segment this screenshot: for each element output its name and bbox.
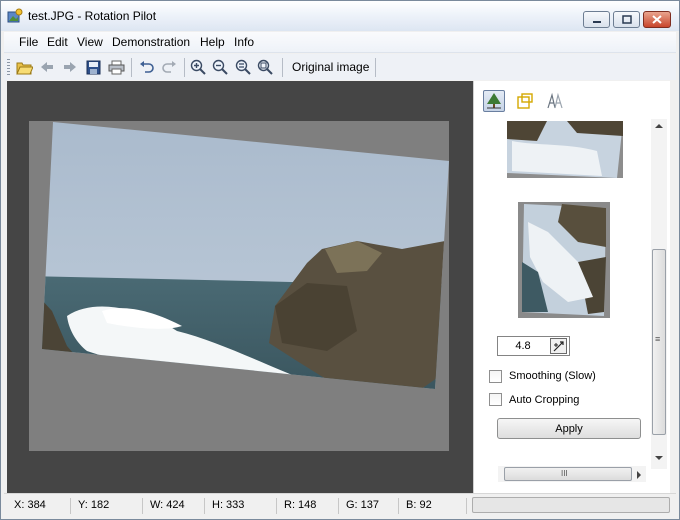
zoom-in-icon bbox=[190, 59, 206, 75]
undo-icon bbox=[139, 60, 154, 73]
tree-rotate-icon bbox=[487, 93, 501, 109]
horizontal-scroll-thumb[interactable]: III bbox=[504, 467, 632, 481]
status-separator bbox=[70, 498, 71, 514]
forward-button[interactable] bbox=[61, 58, 79, 76]
vertical-scroll-thumb[interactable]: ≡ bbox=[652, 249, 666, 435]
scroll-up-icon bbox=[655, 124, 663, 128]
window-title: test.JPG - Rotation Pilot bbox=[28, 9, 157, 23]
open-button[interactable] bbox=[15, 58, 33, 76]
toolbar-separator bbox=[131, 58, 132, 77]
thumbnail-image bbox=[518, 202, 610, 318]
scroll-down-icon bbox=[655, 456, 663, 460]
image-canvas[interactable] bbox=[7, 81, 473, 493]
smoothing-label: Smoothing (Slow) bbox=[509, 370, 596, 382]
menu-edit[interactable]: Edit bbox=[47, 35, 68, 49]
auto-cropping-label: Auto Cropping bbox=[509, 394, 580, 406]
close-button[interactable] bbox=[643, 11, 671, 28]
status-separator bbox=[204, 498, 205, 514]
pixel-blue: B: 92 bbox=[406, 499, 432, 511]
pixel-red: R: 148 bbox=[284, 499, 317, 511]
menu-view[interactable]: View bbox=[77, 35, 103, 49]
save-button[interactable] bbox=[84, 58, 102, 76]
zoom-actual-button[interactable] bbox=[256, 58, 274, 76]
close-icon bbox=[652, 15, 662, 24]
thumbnail-image bbox=[507, 121, 623, 178]
menu-info[interactable]: Info bbox=[234, 35, 254, 49]
app-window: test.JPG - Rotation Pilot File Edit View… bbox=[0, 0, 680, 520]
open-folder-icon bbox=[15, 62, 33, 74]
undo-button[interactable] bbox=[137, 58, 155, 76]
save-disk-icon bbox=[86, 60, 100, 74]
original-image-button[interactable]: Original image bbox=[292, 60, 369, 74]
angle-value: 4.8 bbox=[515, 340, 531, 352]
pixel-green: G: 137 bbox=[346, 499, 380, 511]
image-height: H: 333 bbox=[212, 499, 245, 511]
menu-bar: File Edit View Demonstration Help Info bbox=[4, 32, 676, 53]
menu-help[interactable]: Help bbox=[200, 35, 225, 49]
printer-icon bbox=[108, 60, 124, 74]
progress-bar bbox=[472, 497, 670, 513]
smoothing-checkbox[interactable] bbox=[489, 370, 502, 383]
cursor-y: Y: 182 bbox=[78, 499, 110, 511]
crop-mode-button[interactable] bbox=[514, 90, 536, 112]
angle-input[interactable]: 4.8 bbox=[497, 336, 570, 356]
toolbar-grip[interactable] bbox=[7, 59, 10, 75]
crop-icon bbox=[517, 93, 533, 109]
status-separator bbox=[398, 498, 399, 514]
zoom-out-icon bbox=[212, 59, 228, 75]
thumbnail-preview[interactable] bbox=[507, 121, 623, 178]
auto-cropping-checkbox[interactable] bbox=[489, 393, 502, 406]
toolbar-separator bbox=[184, 58, 185, 77]
zoom-actual-size-icon bbox=[257, 59, 273, 75]
zoom-in-button[interactable] bbox=[189, 58, 207, 76]
status-separator bbox=[338, 498, 339, 514]
thumbnail-preview[interactable] bbox=[518, 202, 610, 318]
status-separator bbox=[276, 498, 277, 514]
menu-file[interactable]: File bbox=[19, 35, 38, 49]
horizontal-scrollbar[interactable]: III bbox=[498, 466, 646, 482]
maximize-button[interactable] bbox=[613, 11, 640, 28]
toolbar-separator bbox=[375, 58, 376, 77]
maximize-icon bbox=[621, 15, 632, 24]
app-icon bbox=[7, 8, 23, 23]
vertical-scrollbar[interactable]: ≡ bbox=[651, 119, 667, 469]
scroll-right-icon bbox=[637, 471, 641, 479]
scroll-grip: ≡ bbox=[655, 334, 661, 344]
rotate-mode-button[interactable] bbox=[483, 90, 505, 112]
hscroll-grip: III bbox=[561, 469, 568, 478]
stepper-icon bbox=[553, 340, 564, 351]
minimize-icon bbox=[592, 20, 601, 23]
control-panel: 4.8 Smoothing (Slow) Auto Cropping Apply… bbox=[473, 81, 670, 493]
minimize-button[interactable] bbox=[583, 11, 610, 28]
image-width: W: 424 bbox=[150, 499, 185, 511]
toolbar: Original image bbox=[4, 54, 676, 80]
print-button[interactable] bbox=[107, 58, 125, 76]
zoom-fit-icon bbox=[235, 59, 251, 75]
rotated-photo-preview bbox=[29, 121, 449, 451]
back-arrow-icon bbox=[41, 62, 53, 72]
zoom-fit-button[interactable] bbox=[234, 58, 252, 76]
status-bar: X: 384 Y: 182 W: 424 H: 333 R: 148 G: 13… bbox=[4, 493, 676, 517]
redo-icon bbox=[161, 60, 176, 73]
mirror-icon bbox=[547, 92, 563, 109]
toolbar-separator bbox=[282, 58, 283, 77]
redo-button[interactable] bbox=[160, 58, 178, 76]
title-bar[interactable]: test.JPG - Rotation Pilot bbox=[1, 1, 679, 31]
status-separator bbox=[466, 498, 467, 514]
cursor-x: X: 384 bbox=[14, 499, 46, 511]
mirror-mode-button[interactable] bbox=[544, 90, 566, 112]
status-separator bbox=[142, 498, 143, 514]
zoom-out-button[interactable] bbox=[211, 58, 229, 76]
angle-stepper[interactable] bbox=[550, 338, 567, 354]
apply-button[interactable]: Apply bbox=[497, 418, 641, 439]
menu-demonstration[interactable]: Demonstration bbox=[112, 35, 190, 49]
back-button[interactable] bbox=[38, 58, 56, 76]
forward-arrow-icon bbox=[64, 62, 76, 72]
